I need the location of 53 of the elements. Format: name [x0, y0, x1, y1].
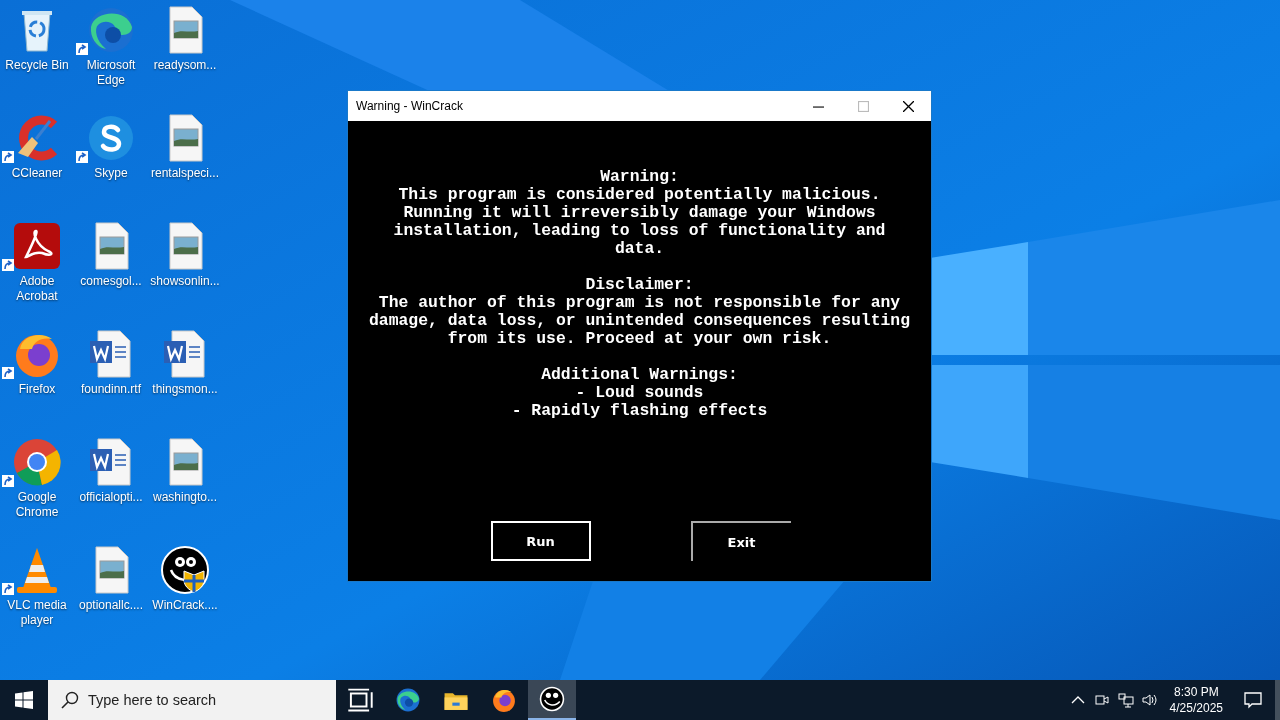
warning-text: - Loud sounds	[575, 384, 704, 402]
edge-icon	[395, 687, 421, 713]
edge-icon[interactable]	[86, 5, 136, 55]
windows-logo-icon	[15, 691, 33, 709]
icon-label[interactable]: CCleaner	[1, 166, 73, 181]
skype-icon[interactable]	[86, 113, 136, 163]
icon-label[interactable]: showsonlin...	[149, 274, 221, 289]
chrome-icon[interactable]	[12, 437, 62, 487]
smiley-face-icon	[539, 686, 565, 712]
icon-label[interactable]: Adobe Acrobat	[1, 274, 73, 304]
warning-text: This program is considered potentially malicious.	[398, 186, 881, 204]
search-icon	[61, 691, 79, 709]
warning-text: data.	[614, 240, 665, 258]
icon-label[interactable]: Recycle Bin	[1, 58, 73, 73]
task-view-icon	[347, 687, 373, 713]
icon-label[interactable]: rentalspeci...	[149, 166, 221, 181]
smiley-face-icon[interactable]	[160, 545, 210, 595]
warning-text: Disclaimer:	[585, 276, 694, 294]
warning-text: from its use. Proceed at your own risk.	[447, 330, 832, 348]
maximize-icon	[858, 100, 869, 112]
taskbar-app-button[interactable]	[528, 680, 576, 720]
pdf-icon[interactable]	[12, 221, 62, 271]
warning-text: installation, leading to loss of functionality and	[393, 222, 886, 240]
warning-text: Additional Warnings:	[541, 366, 738, 384]
search-field[interactable]: Type here to search	[48, 680, 336, 720]
icon-label[interactable]: Firefox	[1, 382, 73, 397]
clock-date[interactable]: 4/25/2025	[1169, 700, 1223, 716]
window-title: Warning - WinCrack	[355, 99, 464, 113]
icon-label[interactable]: foundinn.rtf	[75, 382, 147, 397]
icon-label[interactable]: optionallc....	[75, 598, 147, 613]
icon-label[interactable]: Skype	[75, 166, 147, 181]
dialog-button[interactable]: Exit	[690, 521, 791, 561]
icon-label[interactable]: VLC media player	[1, 598, 73, 628]
warning-text: damage, data loss, or unintended consequences resulting	[369, 312, 910, 330]
fox-globe-icon	[491, 687, 517, 713]
icon-label[interactable]: Google Chrome	[1, 490, 73, 520]
icon-label[interactable]: comesgol...	[75, 274, 147, 289]
icon-label[interactable]: readysom...	[149, 58, 221, 73]
warning-text: Warning:	[600, 168, 679, 186]
icon-label[interactable]: washingto...	[149, 490, 221, 505]
warning-text: - Rapidly flashing effects	[511, 402, 768, 420]
warning-text: The author of this program is not responsible for any	[378, 294, 901, 312]
message-icon	[1243, 690, 1263, 710]
clock-time[interactable]: 8:30 PM	[1173, 684, 1219, 700]
icon-label[interactable]: WinCrack....	[149, 598, 221, 613]
icon-label[interactable]: Microsoft Edge	[75, 58, 147, 88]
close-icon	[903, 100, 914, 112]
icon-label[interactable]: thingsmon...	[149, 382, 221, 397]
speaker-icon	[1140, 691, 1159, 709]
icon-label[interactable]: officialopti...	[75, 490, 147, 505]
network-icon	[1116, 691, 1135, 709]
warning-text: Running it will irreversibly damage your Windows	[403, 204, 876, 222]
dialog-button[interactable]: Run	[490, 521, 591, 561]
